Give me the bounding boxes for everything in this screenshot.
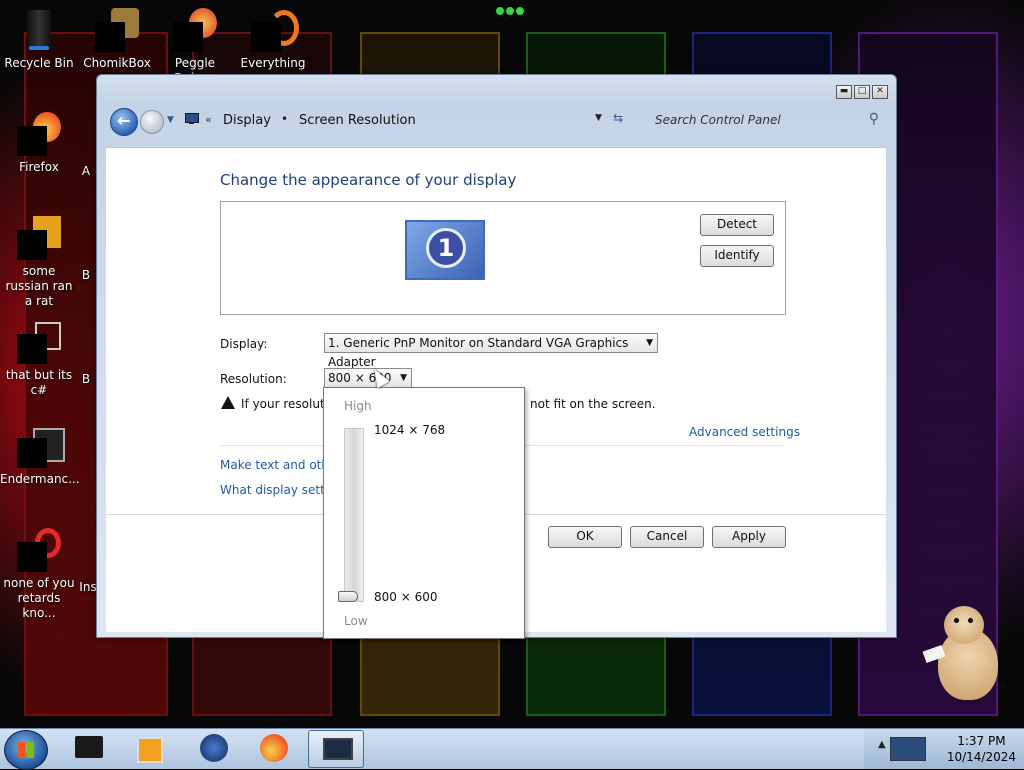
window-icon: [17, 424, 65, 468]
wallpaper-glow: [496, 4, 528, 16]
warning-text-start: If your resolutio: [241, 397, 336, 411]
chevron-down-icon: ▼: [646, 338, 653, 348]
search-box[interactable]: Search Control Panel ⚲: [647, 108, 887, 132]
resolution-label: Resolution:: [220, 372, 287, 386]
caption-buttons: ▬ □ ✕: [836, 85, 888, 99]
windows-logo-icon: [18, 742, 34, 758]
maximize-button[interactable]: □: [854, 85, 870, 99]
display-select[interactable]: 1. Generic PnP Monitor on Standard VGA G…: [324, 333, 658, 369]
slider-low-label: Low: [344, 614, 368, 628]
desktop-icon-everything[interactable]: Everything: [234, 8, 312, 71]
cancel-button[interactable]: Cancel: [630, 526, 704, 548]
breadcrumb-screen-resolution[interactable]: Screen Resolution: [299, 113, 416, 128]
monitor-arrangement-box: 1 Detect Identify: [220, 201, 786, 315]
close-button[interactable]: ✕: [872, 85, 888, 99]
breadcrumb-separator: •: [281, 112, 289, 126]
monitor-number: 1: [426, 228, 466, 268]
detect-button[interactable]: Detect: [700, 214, 774, 236]
file-icon: [17, 216, 61, 260]
peggle-icon: [173, 8, 217, 52]
identify-button[interactable]: Identify: [700, 245, 774, 267]
search-input[interactable]: Search Control Panel: [655, 113, 781, 127]
opera-icon: [17, 528, 61, 572]
display-select-value: 1. Generic PnP Monitor on Standard VGA G…: [328, 336, 629, 369]
chomikbox-icon: [95, 8, 139, 52]
display-icon: [323, 738, 353, 760]
breadcrumb-display[interactable]: Display: [223, 113, 271, 128]
address-dropdown-icon[interactable]: ▼: [595, 113, 602, 123]
back-button[interactable]: ←: [110, 108, 138, 136]
resolution-slider-track[interactable]: [344, 428, 364, 602]
display-label: Display:: [220, 337, 268, 351]
minimize-button[interactable]: ▬: [836, 85, 852, 99]
recent-pages-dropdown[interactable]: ▼: [167, 115, 174, 125]
clock-time: 1:37 PM: [957, 734, 1006, 748]
forward-button[interactable]: [140, 110, 164, 134]
warning-text-end: not fit on the screen.: [530, 397, 656, 411]
system-tray: ▲ 1:37 PM 10/14/2024: [864, 729, 1024, 769]
clock[interactable]: 1:37 PM 10/14/2024: [947, 733, 1016, 765]
desktop-icon-recycle-bin[interactable]: Recycle Bin: [0, 8, 78, 71]
taskbar: ▲ 1:37 PM 10/14/2024: [0, 728, 1024, 770]
computer-icon: [75, 736, 103, 758]
address-bar[interactable]: « Display • Screen Resolution: [185, 108, 585, 134]
show-hidden-icons[interactable]: ▲: [878, 739, 886, 750]
resolution-select[interactable]: 800 × 600 ▼: [324, 368, 412, 388]
taskbar-network[interactable]: [186, 730, 240, 766]
firefox-icon: [17, 112, 61, 156]
back-arrow-icon: ←: [117, 111, 131, 130]
desktop-icon-russian-rat[interactable]: some russian ran a rat: [0, 216, 78, 309]
search-icon[interactable]: ⚲: [869, 111, 879, 127]
apply-button[interactable]: Apply: [712, 526, 786, 548]
firefox-icon: [260, 734, 288, 762]
taskbar-firefox[interactable]: [246, 730, 300, 766]
globe-icon: [200, 734, 228, 762]
desktop-icon-chomikbox[interactable]: ChomikBox: [78, 8, 156, 71]
monitor-1-tile[interactable]: 1: [405, 220, 485, 280]
slider-high-label: High: [344, 399, 372, 413]
recycle-bin-icon: [17, 8, 61, 52]
resolution-option-1024x768[interactable]: 1024 × 768: [374, 423, 445, 437]
control-panel-icon: [185, 113, 201, 125]
navigation-bar: ← ▼ « Display • Screen Resolution ▼ ⇆ Se…: [105, 105, 886, 139]
taskbar-computer[interactable]: [62, 730, 116, 766]
warning-icon: [221, 396, 235, 409]
desktop-icon-none-of-you[interactable]: none of you retards kno...: [0, 528, 78, 621]
page-title: Change the appearance of your display: [220, 171, 517, 189]
start-button[interactable]: [4, 730, 48, 770]
desktop-icon-endermanch[interactable]: Endermanc...: [0, 424, 80, 487]
chevron-down-icon: ▼: [400, 373, 407, 383]
ok-button[interactable]: OK: [548, 526, 622, 548]
refresh-icon[interactable]: ⇆: [613, 111, 623, 125]
media-player-icon: [137, 737, 163, 763]
resolution-dropdown[interactable]: High 1024 × 768 800 × 600 Low: [323, 387, 525, 639]
taskbar-media-player[interactable]: [122, 730, 176, 766]
copy-icon: [17, 320, 61, 364]
chevron-double-left-icon[interactable]: «: [205, 113, 212, 126]
taskbar-control-panel[interactable]: [308, 730, 364, 768]
resolution-option-800x600[interactable]: 800 × 600: [374, 590, 438, 604]
clock-date: 10/14/2024: [946, 750, 1016, 764]
network-tray-icon[interactable]: [890, 737, 926, 761]
advanced-settings-link[interactable]: Advanced settings: [689, 425, 800, 439]
hamster-image: [922, 604, 1004, 704]
resolution-slider-thumb[interactable]: [338, 591, 358, 602]
everything-icon: [251, 8, 299, 52]
